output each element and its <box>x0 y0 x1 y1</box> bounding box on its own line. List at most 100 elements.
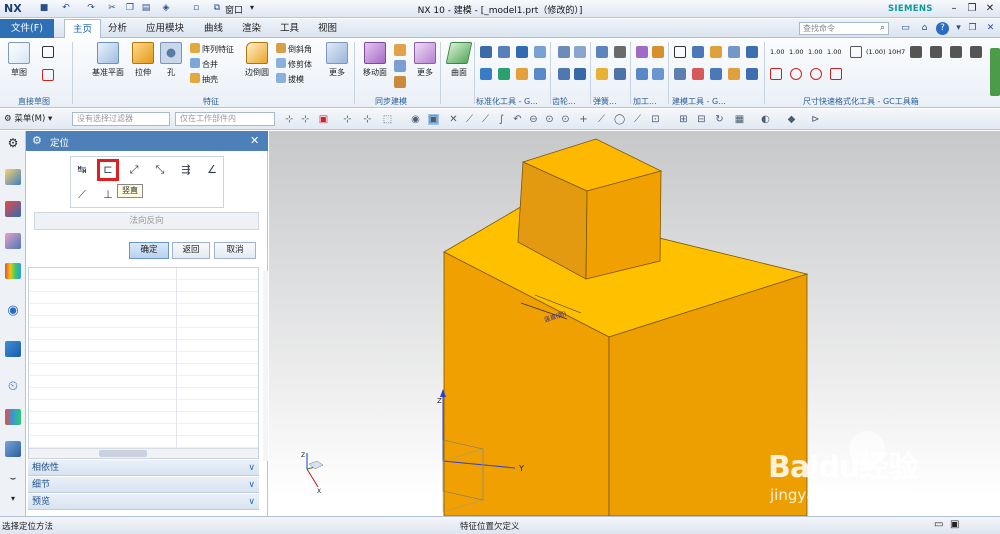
select-tool-4-icon[interactable]: ⊹ <box>342 114 353 125</box>
tab-render[interactable]: 渲染 <box>234 19 269 38</box>
file-menu[interactable]: 文件(F) <box>0 19 54 38</box>
model-tool-9-icon[interactable] <box>728 68 740 80</box>
line-icon[interactable] <box>42 69 54 81</box>
ribbon-dropdown-icon[interactable]: ▾ <box>952 22 965 35</box>
select-tool-5-icon[interactable]: ⊹ <box>362 114 373 125</box>
chamfer-button[interactable]: 倒斜角 <box>276 43 312 55</box>
gear-tool-2-icon[interactable] <box>574 46 586 58</box>
point-onto-point-method-icon[interactable]: ⟋ <box>73 186 91 204</box>
move-face-button[interactable]: 移动面 <box>358 42 392 78</box>
model-tool-6-icon[interactable] <box>674 68 686 80</box>
machining-tool-4-icon[interactable] <box>652 68 664 80</box>
reuse-library-icon[interactable] <box>5 263 21 279</box>
extrude-button[interactable]: 拉伸 <box>128 42 158 78</box>
snap-line-icon[interactable]: ⟋ <box>464 114 475 125</box>
std-tool-1-icon[interactable] <box>480 46 492 58</box>
more-sync-button[interactable]: 更多 <box>410 42 440 78</box>
dim-format-5-icon[interactable] <box>850 46 862 58</box>
model-tool-8-icon[interactable] <box>710 68 722 80</box>
tab-curve[interactable]: 曲线 <box>196 19 231 38</box>
side-dock-tab[interactable] <box>990 48 1000 96</box>
shell-button[interactable]: 抽壳 <box>190 73 218 85</box>
snap-existing-point-icon[interactable]: ⊙ <box>560 114 571 125</box>
model-tool-2-icon[interactable] <box>692 46 704 58</box>
std-tool-6-icon[interactable] <box>498 68 510 80</box>
dialog-vertical-scrollbar[interactable] <box>263 271 268 461</box>
snap-point-icon[interactable]: + <box>578 114 589 125</box>
dim-format-2-button[interactable]: 1.00 <box>789 46 803 58</box>
select-tool-2-icon[interactable]: ⊹ <box>300 114 311 125</box>
layer-icon[interactable]: ⊳ <box>810 114 821 125</box>
dim-format-1-button[interactable]: 1.00 <box>770 46 784 58</box>
sync-tool-1-icon[interactable] <box>394 44 406 56</box>
render-style-icon[interactable]: ◐ <box>760 114 771 125</box>
std-tool-3-icon[interactable] <box>516 46 528 58</box>
horizontal-scrollbar[interactable] <box>29 448 258 458</box>
profile-icon[interactable] <box>42 46 54 58</box>
dim-format-7-button[interactable]: 10H7 <box>888 46 905 58</box>
history-icon[interactable] <box>5 341 21 357</box>
model-tool-10-icon[interactable] <box>746 68 758 80</box>
view-orient-icon[interactable]: ▦ <box>734 114 745 125</box>
part-navigator-icon[interactable] <box>5 233 21 249</box>
more-features-button[interactable]: 更多 <box>322 42 352 78</box>
snap-arc-icon[interactable]: ↶ <box>512 114 523 125</box>
model-tool-4-icon[interactable] <box>728 46 740 58</box>
section-details[interactable]: 细节 ∨ <box>28 477 259 493</box>
reverse-normal-button[interactable]: 法向反向 <box>34 212 259 230</box>
trim-body-button[interactable]: 修剪体 <box>276 58 312 70</box>
shaded-cube-icon[interactable]: ◆ <box>786 114 797 125</box>
tab-analysis[interactable]: 分析 <box>100 19 135 38</box>
parallel-distance-method-icon[interactable]: ⇶ <box>177 161 195 179</box>
web-browser-icon[interactable]: ◉ <box>5 303 21 319</box>
view-fit-icon[interactable]: ⊞ <box>678 114 689 125</box>
status-fullscreen-icon[interactable]: ▣ <box>950 519 959 530</box>
search-icon[interactable]: ⌕ <box>876 22 889 35</box>
view-zoom-icon[interactable]: ⊟ <box>696 114 707 125</box>
tab-tools[interactable]: 工具 <box>272 19 307 38</box>
help-icon[interactable]: ? <box>936 22 949 35</box>
dim-tool-3-icon[interactable] <box>810 68 822 80</box>
cancel-button[interactable]: 取消 <box>214 242 256 259</box>
settings-gear-icon[interactable]: ⚙ <box>5 135 21 151</box>
constraint-list[interactable] <box>28 267 259 459</box>
type-filter-select[interactable]: 没有选择过滤器 <box>72 112 170 126</box>
dim-format-11-icon[interactable] <box>970 46 982 58</box>
collapse-ribbon-icon[interactable]: ▭ <box>899 22 912 35</box>
gear-tool-1-icon[interactable] <box>558 46 570 58</box>
snap-quadrant-icon[interactable]: ⊖ <box>528 114 539 125</box>
angle-method-icon[interactable]: ∠ <box>203 161 221 179</box>
gear-tool-3-icon[interactable] <box>558 68 570 80</box>
std-tool-7-icon[interactable] <box>516 68 528 80</box>
snap-center-icon[interactable]: ⊙ <box>544 114 555 125</box>
snap-intersect-icon[interactable]: ⟋ <box>632 114 643 125</box>
restore-button[interactable]: ❐ <box>963 2 981 16</box>
dim-format-9-icon[interactable] <box>930 46 942 58</box>
sync-tool-2-icon[interactable] <box>394 60 406 72</box>
process-studio-icon[interactable]: ⏲ <box>5 379 21 395</box>
close-doc-button[interactable]: ✕ <box>984 22 997 35</box>
filter-icon[interactable]: ⊹ <box>284 114 295 125</box>
snap-midpoint-icon[interactable]: ⟋ <box>480 114 491 125</box>
restore-doc-button[interactable]: ❐ <box>966 22 979 35</box>
dialog-close-button[interactable]: ✕ <box>250 134 259 147</box>
snap-endpoint-icon[interactable]: ✕ <box>448 114 459 125</box>
dim-tool-1-icon[interactable] <box>770 68 782 80</box>
dim-format-6-button[interactable]: (1.00) <box>866 46 886 58</box>
minimize-button[interactable]: – <box>945 2 963 16</box>
pattern-feature-button[interactable]: 阵列特征 <box>190 43 234 55</box>
point-onto-line-method-icon[interactable]: ⊥ <box>99 186 117 204</box>
machining-tool-1-icon[interactable] <box>636 46 648 58</box>
scroll-down-icon[interactable]: ▾ <box>5 491 21 507</box>
dim-format-8-icon[interactable] <box>910 46 922 58</box>
section-dependency[interactable]: 相依性 ∨ <box>28 460 259 476</box>
scope-select[interactable]: 仅在工作部件内 <box>175 112 275 126</box>
assembly-navigator-icon[interactable] <box>5 169 21 185</box>
std-tool-5-icon[interactable] <box>480 68 492 80</box>
dim-format-10-icon[interactable] <box>950 46 962 58</box>
view-rotate-icon[interactable]: ↻ <box>714 114 725 125</box>
home-icon[interactable]: ⌂ <box>918 22 931 35</box>
snap-curve-icon[interactable]: ∫ <box>496 114 507 125</box>
dim-tool-2-icon[interactable] <box>790 68 802 80</box>
snap-onCurve-icon[interactable]: ⟋ <box>596 114 607 125</box>
